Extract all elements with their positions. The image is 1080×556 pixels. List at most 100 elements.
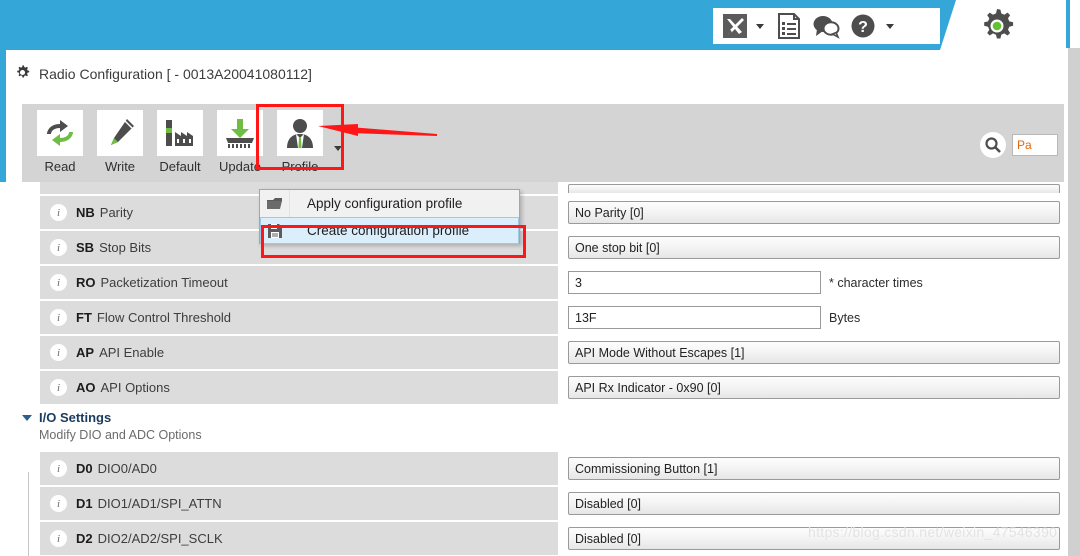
app-window: ? Radio Configuration [ - 0013A200410801… [0, 0, 1080, 556]
row-param-label: DIO2/AD2/SPI_SCLK [97, 531, 223, 546]
profile-dropdown-caret-icon[interactable] [334, 138, 342, 156]
io-settings-subtitle: Modify DIO and ADC Options [39, 428, 202, 442]
tab-notch [940, 0, 956, 50]
row-param-code: D0 [76, 461, 93, 476]
table-row: i RO Packetization Timeout 3 * character tim… [0, 266, 1068, 299]
row-value-cell [568, 182, 1060, 194]
row-value-cell: API Rx Indicator - 0x90 [0] [568, 371, 1060, 404]
value-combobox[interactable]: One stop bit [0] [568, 236, 1060, 259]
info-icon[interactable]: i [50, 495, 67, 512]
update-button-label: Update [219, 159, 261, 174]
row-param-code: AO [76, 380, 96, 395]
settings-list: i NB Parity No Parity [0] i SB Stop Bits One st… [0, 182, 1068, 556]
profile-dropdown-menu: Apply configuration profile Create confi… [259, 189, 520, 244]
row-value-cell: Disabled [0] [568, 487, 1060, 520]
page-title-text: Radio Configuration [ - 0013A20041080112… [39, 66, 312, 82]
toolbar: Read Write Default Update Profile Pa [22, 104, 1064, 182]
write-pencil-icon [97, 110, 143, 156]
row-value-cell: No Parity [0] [568, 196, 1060, 229]
chat-icon[interactable] [812, 13, 840, 39]
row-param-code: NB [76, 205, 95, 220]
row-param-label: Parity [99, 205, 134, 220]
tools-dropdown-caret-icon[interactable] [756, 23, 764, 29]
value-combobox[interactable]: Disabled [0] [568, 492, 1060, 515]
write-button-label: Write [104, 159, 136, 174]
row-param-code: FT [76, 310, 92, 325]
row-value-cell: One stop bit [0] [568, 231, 1060, 264]
table-row: i D0 DIO0/AD0 Commissioning Button [1] [0, 452, 1068, 485]
row-label-cell: i FT Flow Control Threshold [40, 301, 558, 334]
info-icon[interactable]: i [50, 274, 67, 291]
read-button-label: Read [44, 159, 76, 174]
io-settings-group-header: I/O Settings Modify DIO and ADC Options [0, 406, 1068, 452]
table-row: i NB Parity No Parity [0] [0, 196, 1068, 229]
row-param-label: Stop Bits [99, 240, 152, 255]
help-icon[interactable]: ? [850, 13, 876, 39]
value-combobox[interactable]: Commissioning Button [1] [568, 457, 1060, 480]
value-unit-label: Bytes [829, 310, 861, 325]
menu-item-label: Create configuration profile [307, 223, 470, 238]
row-param-label: DIO0/AD0 [97, 461, 157, 476]
table-row: i FT Flow Control Threshold 13F Bytes [0, 301, 1068, 334]
profile-button-label: Profile [281, 159, 319, 174]
tools-icon[interactable] [722, 13, 748, 39]
info-icon[interactable]: i [50, 530, 67, 547]
search-icon[interactable] [980, 132, 1006, 158]
value-textbox[interactable]: 3 [568, 271, 821, 294]
profile-button[interactable]: Profile [272, 110, 328, 174]
menu-item-apply-configuration-profile[interactable]: Apply configuration profile [260, 190, 519, 217]
row-value-cell: 3 * character times [568, 266, 923, 299]
default-button[interactable]: Default [152, 110, 208, 174]
caret-down-icon[interactable] [22, 414, 32, 421]
gear-icon [14, 64, 31, 84]
row-param-label: API Options [100, 380, 170, 395]
table-row: i AO API Options API Rx Indicator - 0x90 [0… [0, 371, 1068, 404]
value-combobox[interactable]: API Mode Without Escapes [1] [568, 341, 1060, 364]
value-combobox[interactable]: No Parity [0] [568, 201, 1060, 224]
info-icon[interactable]: i [50, 379, 67, 396]
value-combobox[interactable]: API Rx Indicator - 0x90 [0] [568, 376, 1060, 399]
info-icon[interactable]: i [50, 460, 67, 477]
row-value-cell: 13F Bytes [568, 301, 860, 334]
serial-settings-rows: i NB Parity No Parity [0] i SB Stop Bits One st… [0, 196, 1068, 404]
info-icon[interactable]: i [50, 239, 67, 256]
folder-icon [260, 196, 290, 212]
row-param-label: Packetization Timeout [100, 275, 228, 290]
menu-item-label: Apply configuration profile [307, 196, 463, 211]
default-button-label: Default [159, 159, 201, 174]
right-scroll-gutter[interactable] [1068, 48, 1080, 556]
value-textbox[interactable]: 13F [568, 306, 821, 329]
header-icon-strip: ? [713, 8, 940, 44]
row-param-label: DIO1/AD1/SPI_ATTN [97, 496, 222, 511]
toolbar-buttons: Read Write Default Update Profile [22, 104, 1064, 174]
io-settings-title[interactable]: I/O Settings [22, 410, 1068, 425]
table-row-partial [0, 182, 1068, 194]
row-param-label: Flow Control Threshold [96, 310, 232, 325]
settings-tab[interactable] [940, 0, 1068, 50]
io-settings-title-text: I/O Settings [39, 410, 112, 425]
row-param-code: AP [76, 345, 95, 360]
row-param-code: D2 [76, 531, 93, 546]
report-icon[interactable] [776, 12, 802, 40]
info-icon[interactable]: i [50, 344, 67, 361]
info-icon[interactable]: i [50, 309, 67, 326]
combo-partial[interactable] [568, 183, 1060, 193]
row-label-cell: i AP API Enable [40, 336, 558, 369]
read-arrows-icon [37, 110, 83, 156]
read-button[interactable]: Read [32, 110, 88, 174]
gear-icon[interactable] [976, 6, 1018, 51]
menu-item-create-configuration-profile[interactable]: Create configuration profile [260, 217, 519, 244]
search-input[interactable]: Pa [1012, 134, 1058, 156]
row-param-code: D1 [76, 496, 93, 511]
update-button[interactable]: Update [212, 110, 268, 174]
watermark: https://blog.csdn.net/weixin_47546390 [808, 524, 1058, 540]
table-row: i AP API Enable API Mode Without Escapes [1… [0, 336, 1068, 369]
row-value-cell: API Mode Without Escapes [1] [568, 336, 1060, 369]
write-button[interactable]: Write [92, 110, 148, 174]
info-icon[interactable]: i [50, 204, 67, 221]
help-dropdown-caret-icon[interactable] [886, 23, 894, 29]
row-param-label: API Enable [99, 345, 165, 360]
row-label-cell: i D1 DIO1/AD1/SPI_ATTN [40, 487, 558, 520]
row-param-code: SB [76, 240, 95, 255]
factory-default-icon [157, 110, 203, 156]
